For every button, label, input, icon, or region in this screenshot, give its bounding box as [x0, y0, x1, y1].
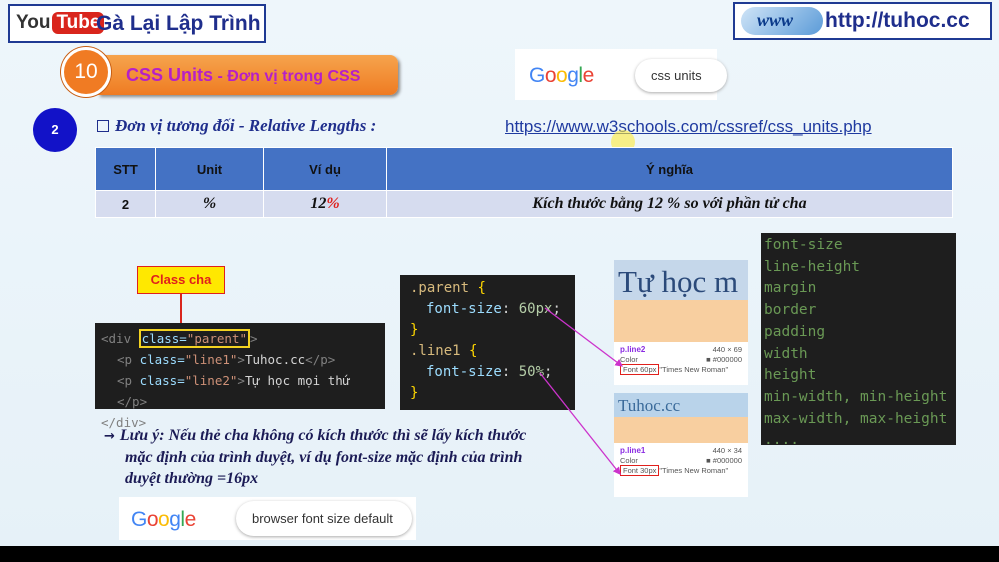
cell-stt: 2	[95, 190, 156, 218]
subsection-heading-text: Đơn vị tương đối - Relative Lengths :	[115, 116, 377, 135]
class-cha-label: Class cha	[137, 266, 225, 294]
www-logo: www	[741, 7, 823, 35]
subsection-number: 2	[33, 108, 77, 152]
list-item: max-width, max-height	[764, 410, 948, 427]
code-line: }	[410, 322, 419, 338]
w3schools-link[interactable]: https://www.w3schools.com/cssref/css_uni…	[505, 117, 872, 137]
table-header-unit: Unit	[155, 147, 264, 191]
code-line: .parent {	[410, 280, 486, 296]
cell-example: 12%	[263, 190, 387, 218]
google-logo: Google	[131, 508, 196, 531]
list-item: padding	[764, 323, 826, 340]
channel-header: You Tube Gà Lại Lập Trình	[8, 4, 266, 43]
code-line: }	[410, 385, 419, 401]
list-item: height	[764, 367, 817, 384]
google-search-card-top: Google css units	[515, 49, 727, 100]
preview-margin	[614, 300, 748, 342]
list-item: min-width, min-height	[764, 388, 948, 405]
units-table: STT Unit Ví dụ Ý nghĩa 2 % 12% Kích thướ…	[95, 147, 953, 218]
table-header-meaning: Ý nghĩa	[386, 147, 953, 191]
cell-meaning: Kích thước bằng 12 % so với phần tử cha	[386, 190, 953, 218]
preview-margin	[614, 417, 748, 443]
section-title-sub: - Đơn vị trong CSS	[213, 68, 361, 85]
list-item: width	[764, 345, 808, 362]
note-text: → Lưu ý: Nếu thẻ cha không có kích thước …	[104, 427, 527, 487]
google-search-card-bottom: Google browser font size default	[119, 497, 416, 540]
arrow-icon: →	[104, 429, 115, 444]
html-code-block: <div class="parent" > <p class="line1">Tu…	[95, 323, 385, 430]
code-line: font-size: 60px;	[426, 301, 561, 317]
youtube-logo: You Tube	[16, 12, 105, 34]
bottom-bar	[0, 546, 999, 562]
cell-unit: %	[155, 190, 264, 218]
subsection-heading: Đơn vị tương đối - Relative Lengths :	[97, 116, 376, 136]
section-number: 10	[61, 47, 111, 97]
list-item: margin	[764, 280, 817, 297]
site-url[interactable]: http://tuhoc.cc	[825, 9, 970, 33]
devtools-preview-line2: Tự học m p.line2 440 × 69 Color ■ #000000 …	[614, 260, 748, 385]
table-row: 2 % 12% Kích thước bằng 12 % so với phần…	[95, 190, 953, 218]
class-cha-connector	[180, 294, 182, 324]
devtools-tooltip: p.line2 440 × 69 Color ■ #000000 Font 60px…	[614, 342, 748, 378]
devtools-tooltip: p.line1 440 × 34 Color ■ #000000 Font 30px…	[614, 443, 748, 479]
list-item: ....	[764, 432, 799, 449]
table-header-stt: STT	[95, 147, 156, 191]
checkbox-bullet-icon	[97, 120, 109, 132]
youtube-logo-you: You	[16, 12, 51, 33]
section-title-main: CSS Units	[126, 65, 214, 85]
preview-heading: Tự học m	[614, 260, 748, 300]
devtools-preview-line1: Tuhoc.cc p.line1 440 × 34 Color ■ #000000 …	[614, 393, 748, 497]
code-line: <p class="line2">Tự học mọi thứ </p>	[117, 373, 351, 409]
table-header-example: Ví dụ	[263, 147, 387, 191]
code-line: font-size: 50%;	[426, 364, 553, 380]
list-item: font-size	[764, 237, 843, 253]
channel-name: Gà Lại Lập Trình	[96, 12, 261, 35]
code-line: .line1 {	[410, 343, 478, 359]
code-line: <p class="line1">Tuhoc.cc</p>	[117, 352, 336, 367]
code-line: <div class="parent" >	[101, 329, 258, 348]
section-title: CSS Units - Đơn vị trong CSS	[126, 65, 360, 86]
search-input[interactable]: css units	[635, 59, 727, 92]
css-code-block: .parent { font-size: 60px; } .line1 { fo…	[400, 275, 575, 410]
search-input[interactable]: browser font size default	[236, 501, 412, 536]
table-header-row: STT Unit Ví dụ Ý nghĩa	[95, 147, 953, 191]
section-title-bar: CSS Units - Đơn vị trong CSS	[98, 55, 398, 95]
site-header: www http://tuhoc.cc	[733, 2, 992, 40]
google-logo: Google	[529, 64, 594, 87]
list-item: line-height	[764, 258, 861, 275]
properties-list: font-size line-height margin border padd…	[761, 233, 956, 448]
list-item: border	[764, 302, 817, 319]
preview-heading: Tuhoc.cc	[614, 393, 748, 417]
